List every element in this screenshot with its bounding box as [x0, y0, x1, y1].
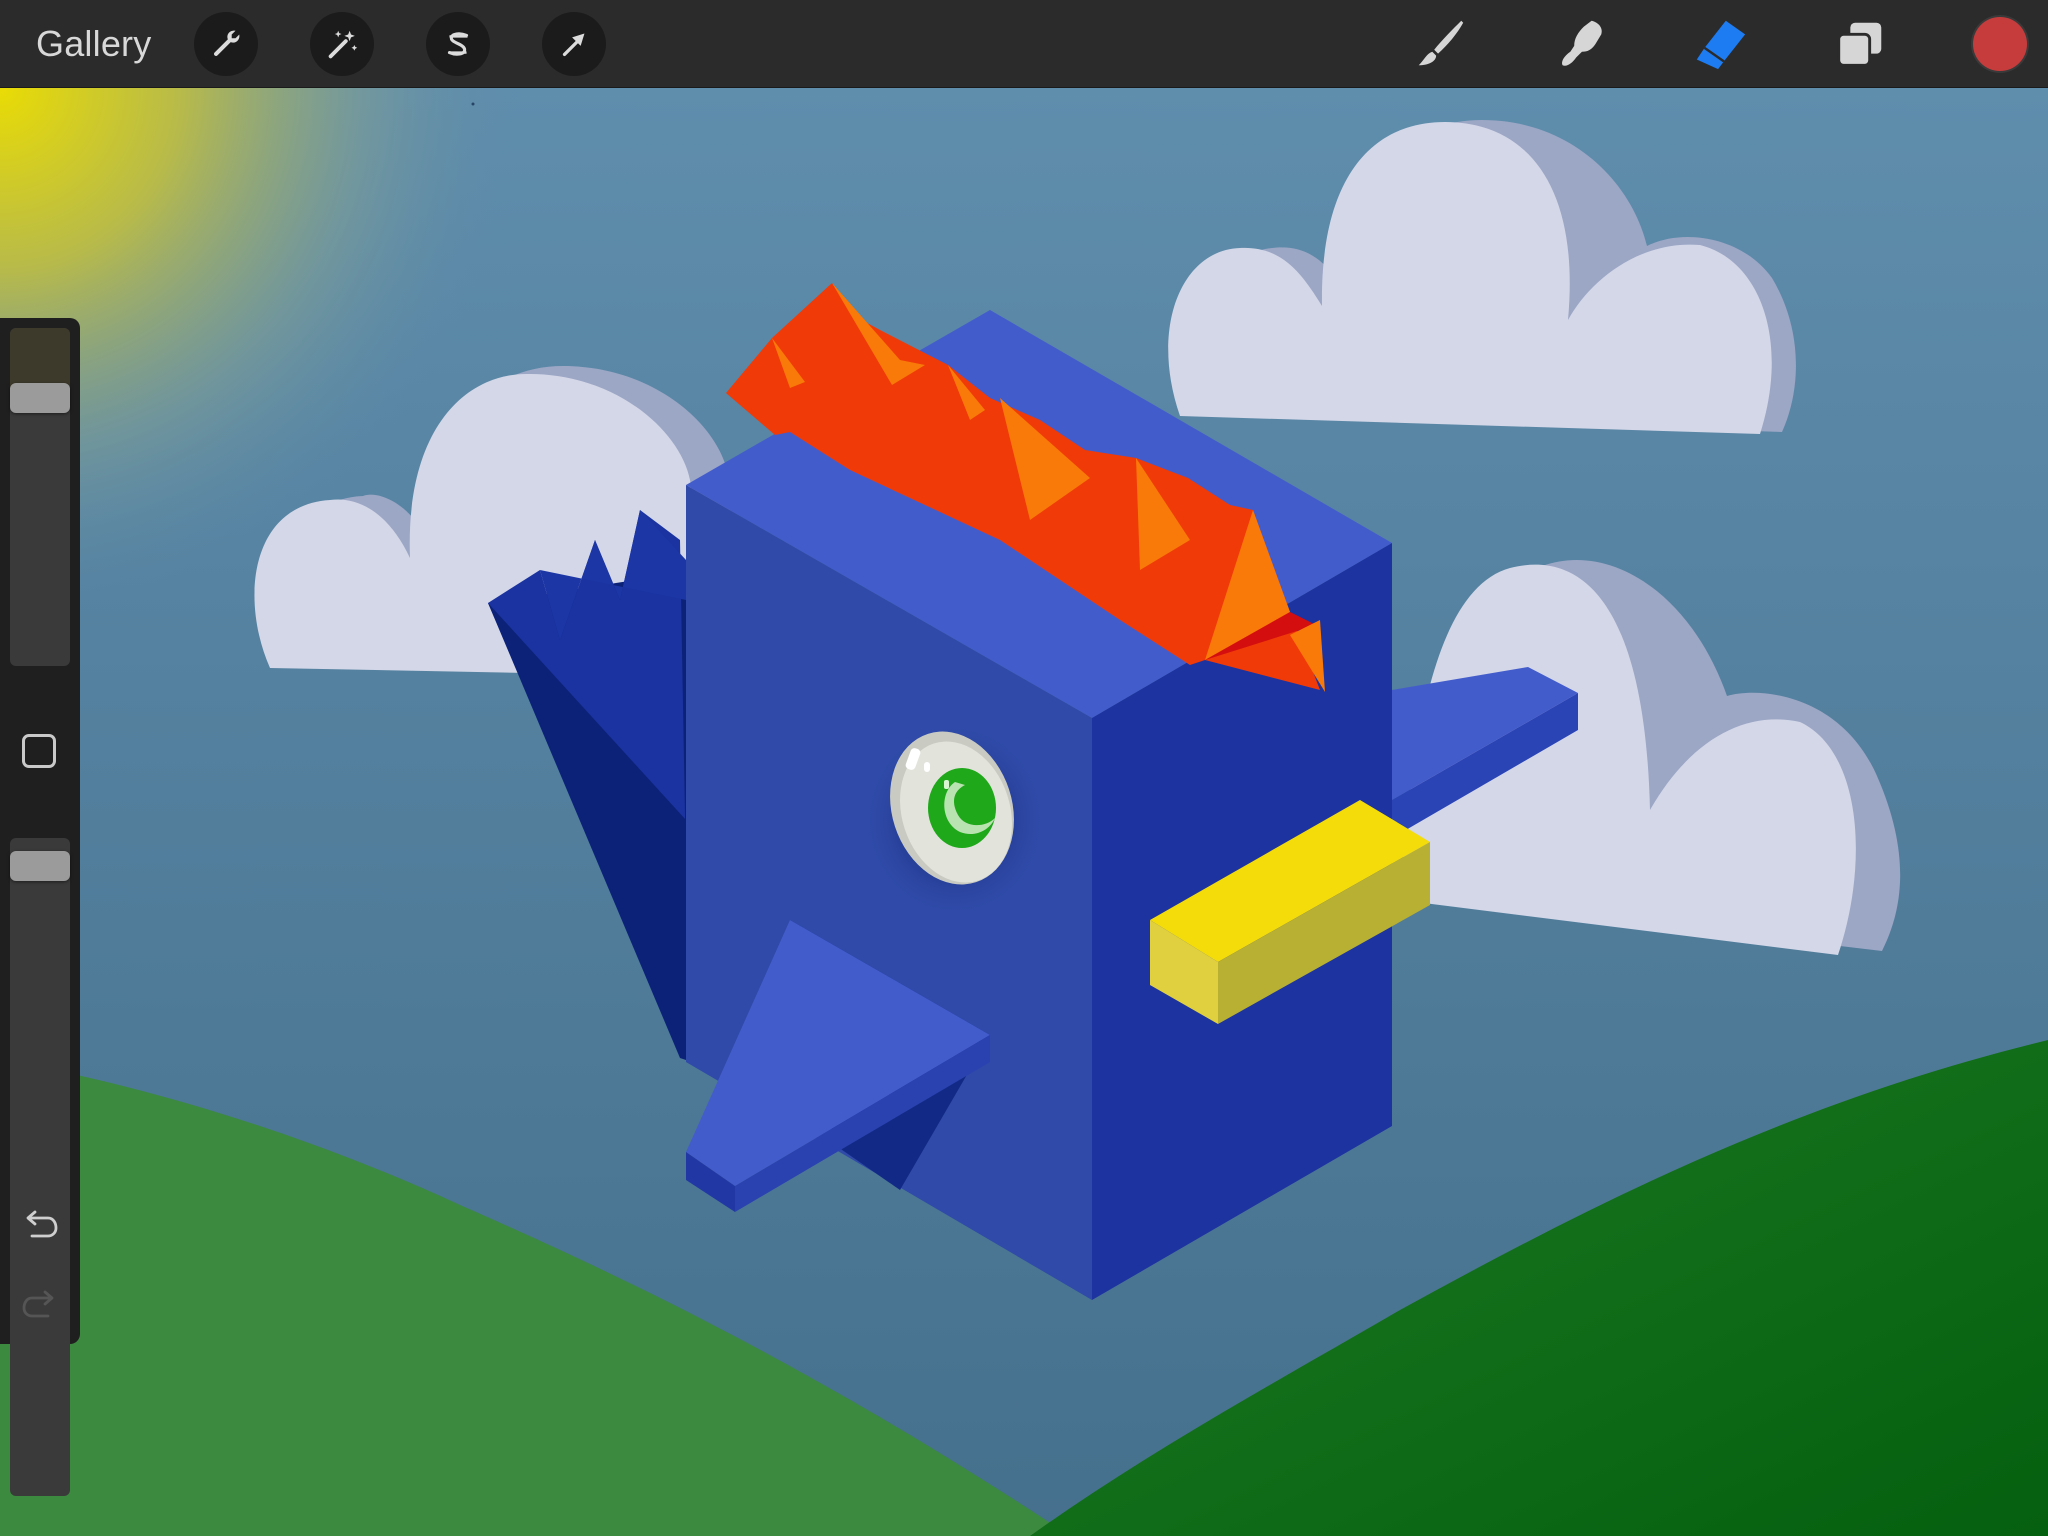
modify-button[interactable]: [22, 734, 56, 768]
wrench-icon: [213, 30, 240, 57]
arrow-cursor-icon: [562, 33, 585, 57]
layers-icon: [1837, 22, 1882, 67]
color-picker-swatch[interactable]: [1973, 17, 2027, 71]
undo-icon: [26, 1210, 58, 1238]
smudge-icon: [1562, 20, 1602, 66]
smudge-tool-button[interactable]: [1548, 12, 1612, 76]
redo-icon: [22, 1290, 54, 1318]
sidebar: [0, 318, 80, 1496]
eraser-icon: [1696, 20, 1746, 70]
redo-button[interactable]: [18, 1284, 62, 1328]
selection-button[interactable]: [426, 12, 490, 76]
magic-wand-icon: [328, 30, 358, 59]
layers-button[interactable]: [1828, 12, 1892, 76]
eraser-tool-button[interactable]: [1688, 12, 1752, 76]
brush-size-slider[interactable]: [10, 328, 70, 666]
actions-button[interactable]: [194, 12, 258, 76]
brush-tool-button[interactable]: [1408, 12, 1472, 76]
brush-size-slider-thumb[interactable]: [10, 383, 70, 413]
gallery-button[interactable]: Gallery: [36, 22, 151, 66]
transform-button[interactable]: [542, 12, 606, 76]
top-toolbar: Gallery: [0, 0, 2048, 88]
brush-icon: [1418, 20, 1464, 66]
opacity-slider[interactable]: [10, 838, 70, 1496]
opacity-slider-thumb[interactable]: [10, 851, 70, 881]
undo-button[interactable]: [18, 1204, 62, 1248]
adjustments-button[interactable]: [310, 12, 374, 76]
drawing-canvas[interactable]: [0, 0, 2048, 1536]
selection-s-icon: [447, 32, 469, 56]
